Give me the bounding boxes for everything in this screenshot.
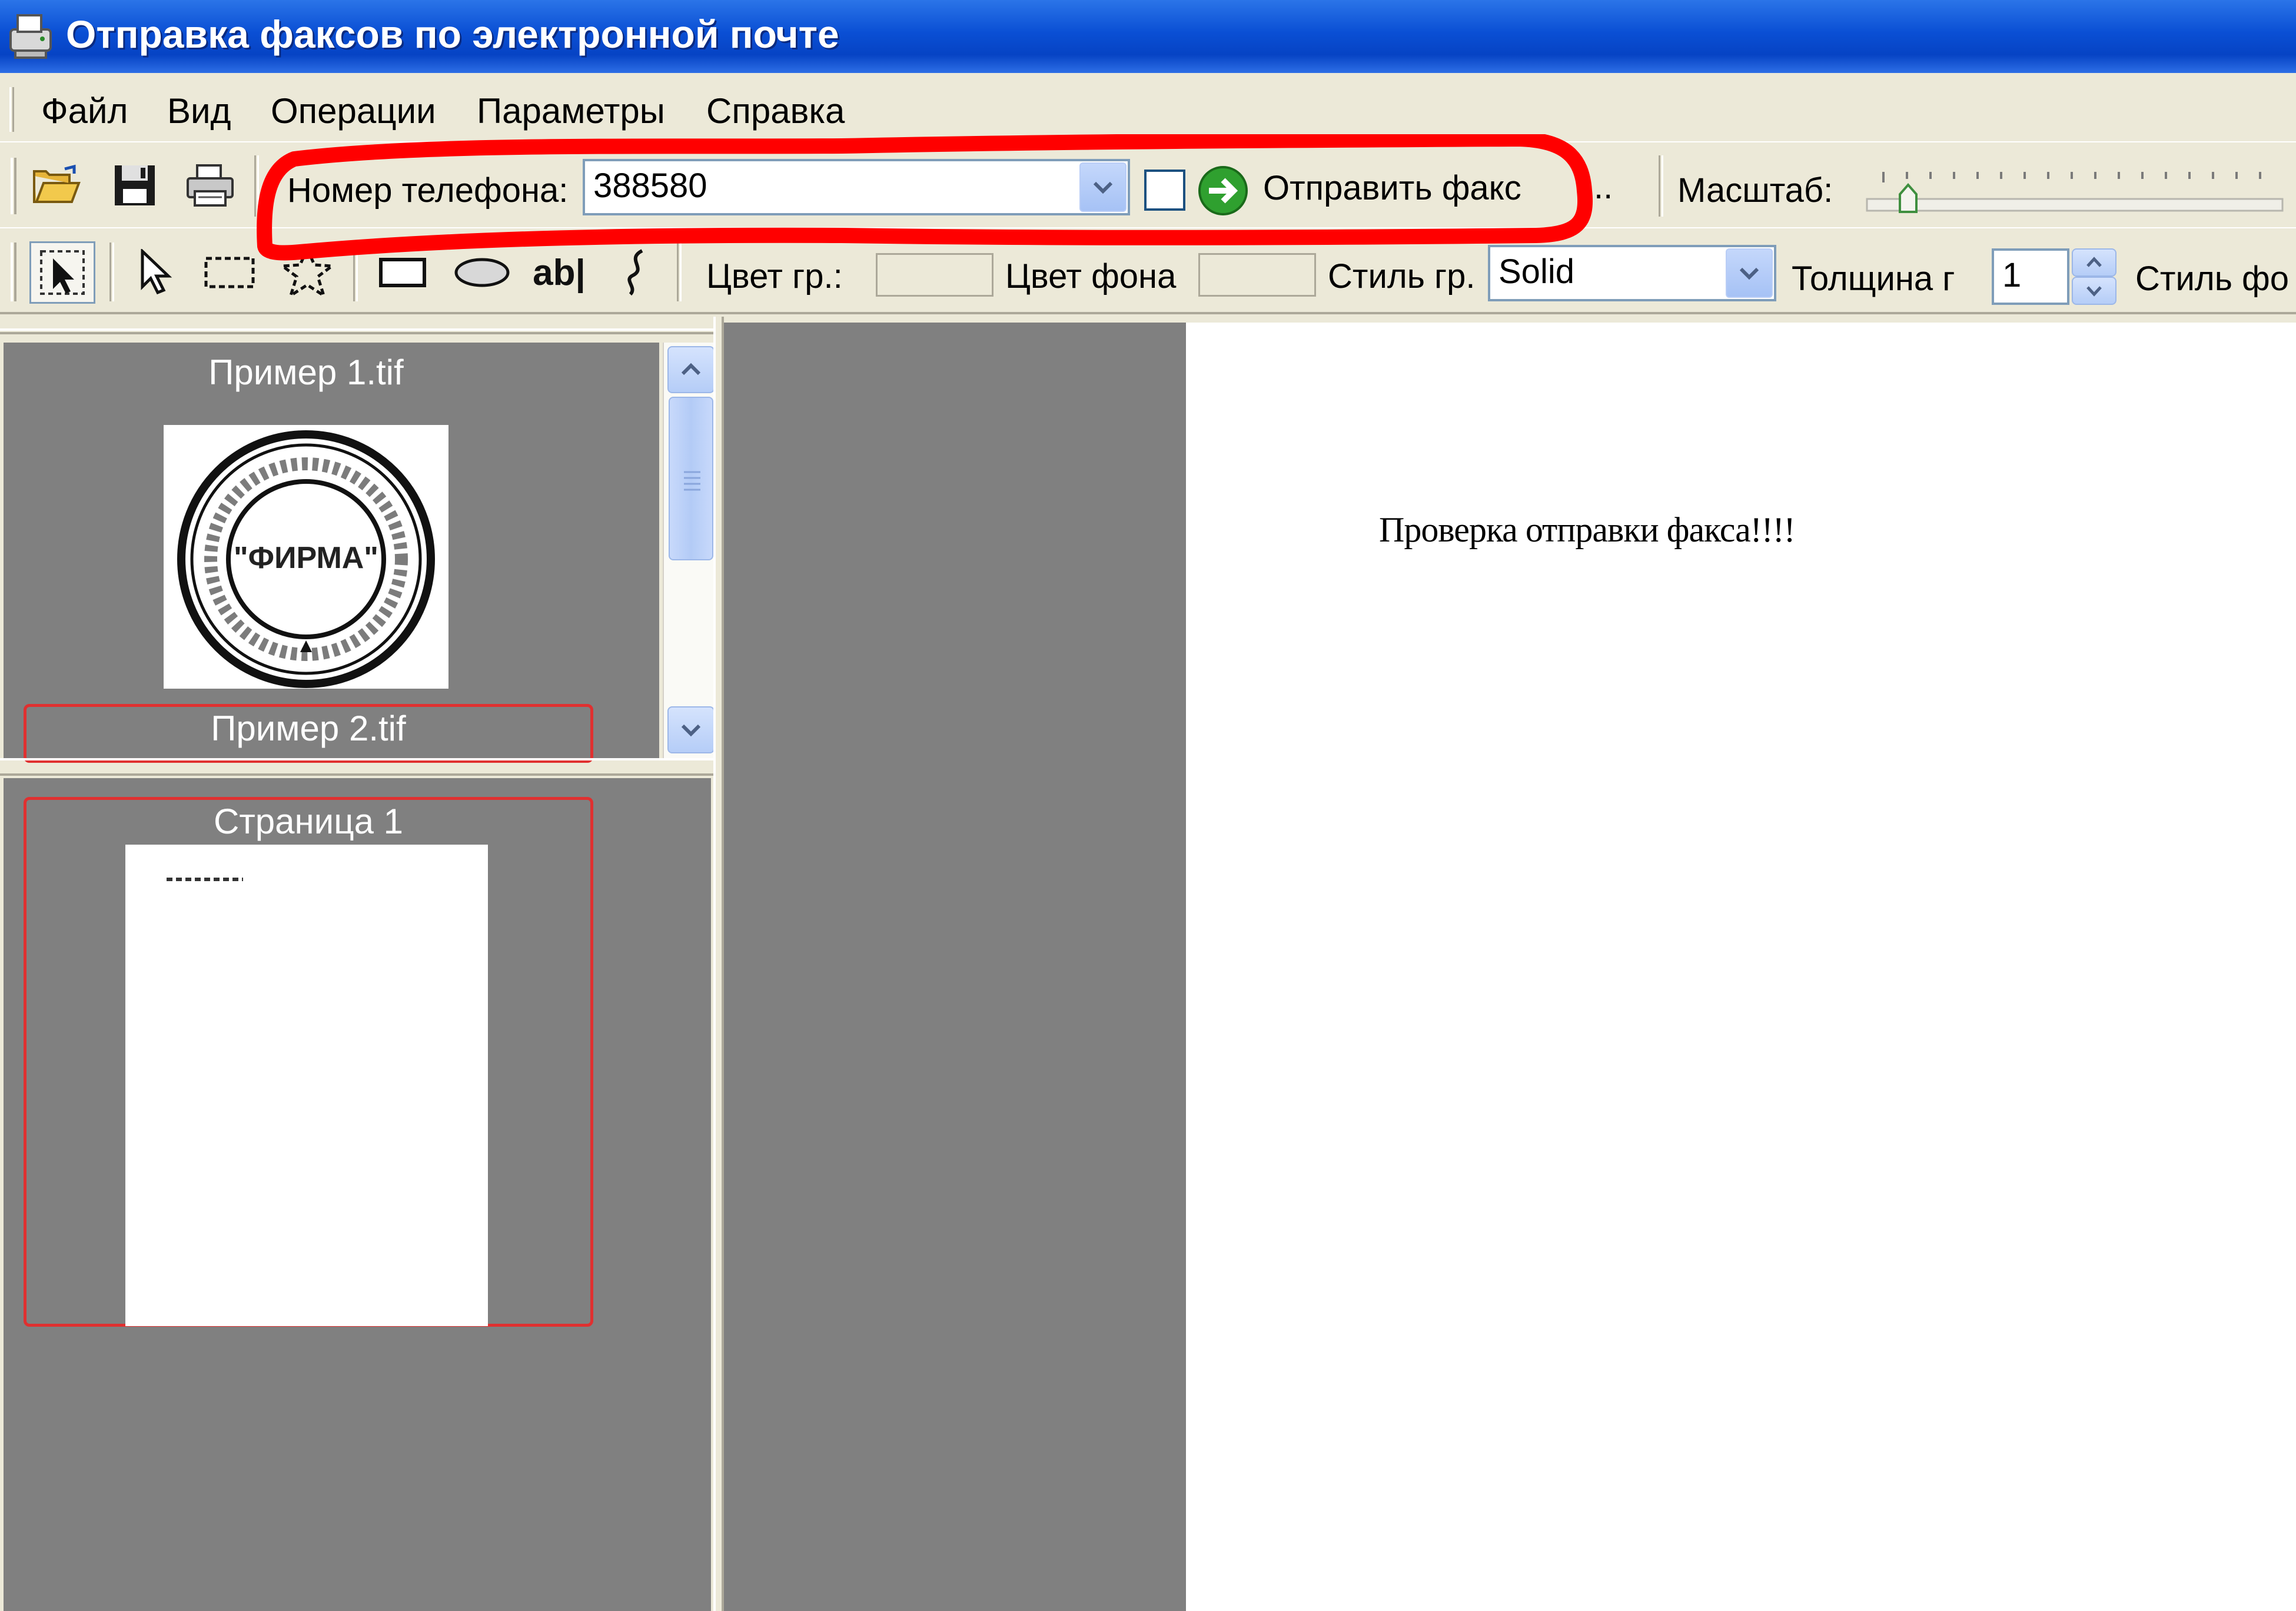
page-thumbnail-text-line <box>167 878 243 881</box>
chevron-down-icon[interactable] <box>1726 248 1773 298</box>
fill-color-label: Цвет фона <box>1005 257 1177 295</box>
panel-splitter <box>0 328 718 334</box>
left-panel: Пример 1.tif "ФИРМА" Пример 2.tif Страни… <box>0 317 718 1611</box>
open-folder-icon[interactable] <box>29 160 84 211</box>
toolbar-grip <box>11 243 16 301</box>
pointer-icon[interactable] <box>129 246 182 299</box>
toolbar-separator <box>1659 155 1663 217</box>
pages-list[interactable]: Страница 1 <box>4 778 711 1611</box>
scale-slider[interactable] <box>1866 168 2284 213</box>
select-region-icon[interactable] <box>29 241 95 304</box>
line-style-label: Стиль гр. <box>1328 257 1476 295</box>
fax-app-icon <box>4 8 58 62</box>
menu-operations[interactable]: Операции <box>271 91 436 131</box>
scroll-up-icon[interactable] <box>667 346 715 393</box>
line-color-swatch[interactable] <box>876 253 994 297</box>
spin-down-icon[interactable] <box>2072 277 2116 305</box>
phone-number-combobox[interactable]: 388580 <box>583 159 1130 215</box>
files-scrollbar[interactable] <box>663 343 717 758</box>
file-caption: Пример 1.tif <box>208 353 404 392</box>
file-caption: Пример 2.tif <box>211 709 406 748</box>
toolbar-separator <box>677 243 682 301</box>
chevron-down-icon[interactable] <box>1079 162 1127 212</box>
phone-number-label: Номер телефона: <box>287 171 569 210</box>
drawing-toolbar: ab| Цвет гр.: Цвет фона Стиль гр. Solid … <box>0 228 2296 314</box>
menu-help[interactable]: Справка <box>706 91 845 131</box>
document-text[interactable]: Проверка отправки факса!!!! <box>1379 510 1796 550</box>
send-fax-button[interactable]: Отправить факс <box>1263 168 1521 208</box>
menu-grip <box>9 87 14 132</box>
file-item-selected[interactable]: Пример 2.tif <box>24 704 593 763</box>
text-tool-icon[interactable]: ab| <box>524 246 594 299</box>
line-color-label: Цвет гр.: <box>706 257 843 295</box>
document-page[interactable]: Проверка отправки факса!!!! <box>1186 323 2296 1611</box>
stamp-text: "ФИРМА" <box>234 541 378 575</box>
thickness-value: 1 <box>2002 256 2022 294</box>
menu-file[interactable]: Файл <box>41 91 128 131</box>
thickness-label: Толщина г <box>1792 260 1955 298</box>
toolbar-overflow[interactable]: .. <box>1594 167 1613 207</box>
scroll-thumb[interactable] <box>669 397 713 560</box>
title-bar: Отправка факсов по электронной почте <box>0 0 2296 73</box>
file-thumbnail-stamp[interactable]: "ФИРМА" <box>164 425 448 689</box>
spin-up-icon[interactable] <box>2072 248 2116 277</box>
toolbar-separator <box>353 243 358 301</box>
page-item-selected[interactable]: Страница 1 <box>24 797 593 1327</box>
send-arrow-icon[interactable] <box>1196 164 1250 218</box>
thickness-spinner[interactable] <box>2072 248 2116 305</box>
polygon-select-icon[interactable] <box>277 243 338 301</box>
menu-view[interactable]: Вид <box>167 91 231 131</box>
line-style-combobox[interactable]: Solid <box>1488 245 1776 301</box>
toolbar-separator <box>254 155 259 217</box>
editor-background <box>724 323 1186 1611</box>
save-disk-icon[interactable] <box>109 160 160 211</box>
line-style-value: Solid <box>1498 253 1574 291</box>
rectangle-icon[interactable] <box>374 246 431 299</box>
files-list[interactable]: Пример 1.tif "ФИРМА" Пример 2.tif <box>4 343 717 763</box>
ellipse-icon[interactable] <box>450 246 514 299</box>
print-icon[interactable] <box>184 160 237 211</box>
thickness-input[interactable]: 1 <box>1992 248 2069 305</box>
rectangle-select-icon[interactable] <box>200 246 259 299</box>
send-checkbox[interactable] <box>1144 170 1185 211</box>
main-toolbar: Номер телефона: 388580 Отправить факс ..… <box>0 142 2296 228</box>
toolbar-separator <box>109 243 114 301</box>
page-thumbnail[interactable] <box>125 845 488 1326</box>
menu-bar: Файл Вид Операции Параметры Справка <box>0 73 2296 142</box>
window-title: Отправка факсов по электронной почте <box>66 12 839 56</box>
vertical-splitter[interactable] <box>713 317 724 1611</box>
fill-style-label: Стиль фо <box>2135 260 2289 298</box>
scale-label: Масштаб: <box>1677 171 1833 210</box>
toolbar-grip <box>11 158 16 214</box>
freehand-icon[interactable] <box>612 244 659 300</box>
menu-parameters[interactable]: Параметры <box>477 91 665 131</box>
fill-color-swatch[interactable] <box>1198 253 1316 297</box>
phone-number-value: 388580 <box>593 167 707 205</box>
scroll-down-icon[interactable] <box>667 706 715 753</box>
panel-splitter[interactable] <box>0 758 718 776</box>
page-caption: Страница 1 <box>214 802 403 841</box>
